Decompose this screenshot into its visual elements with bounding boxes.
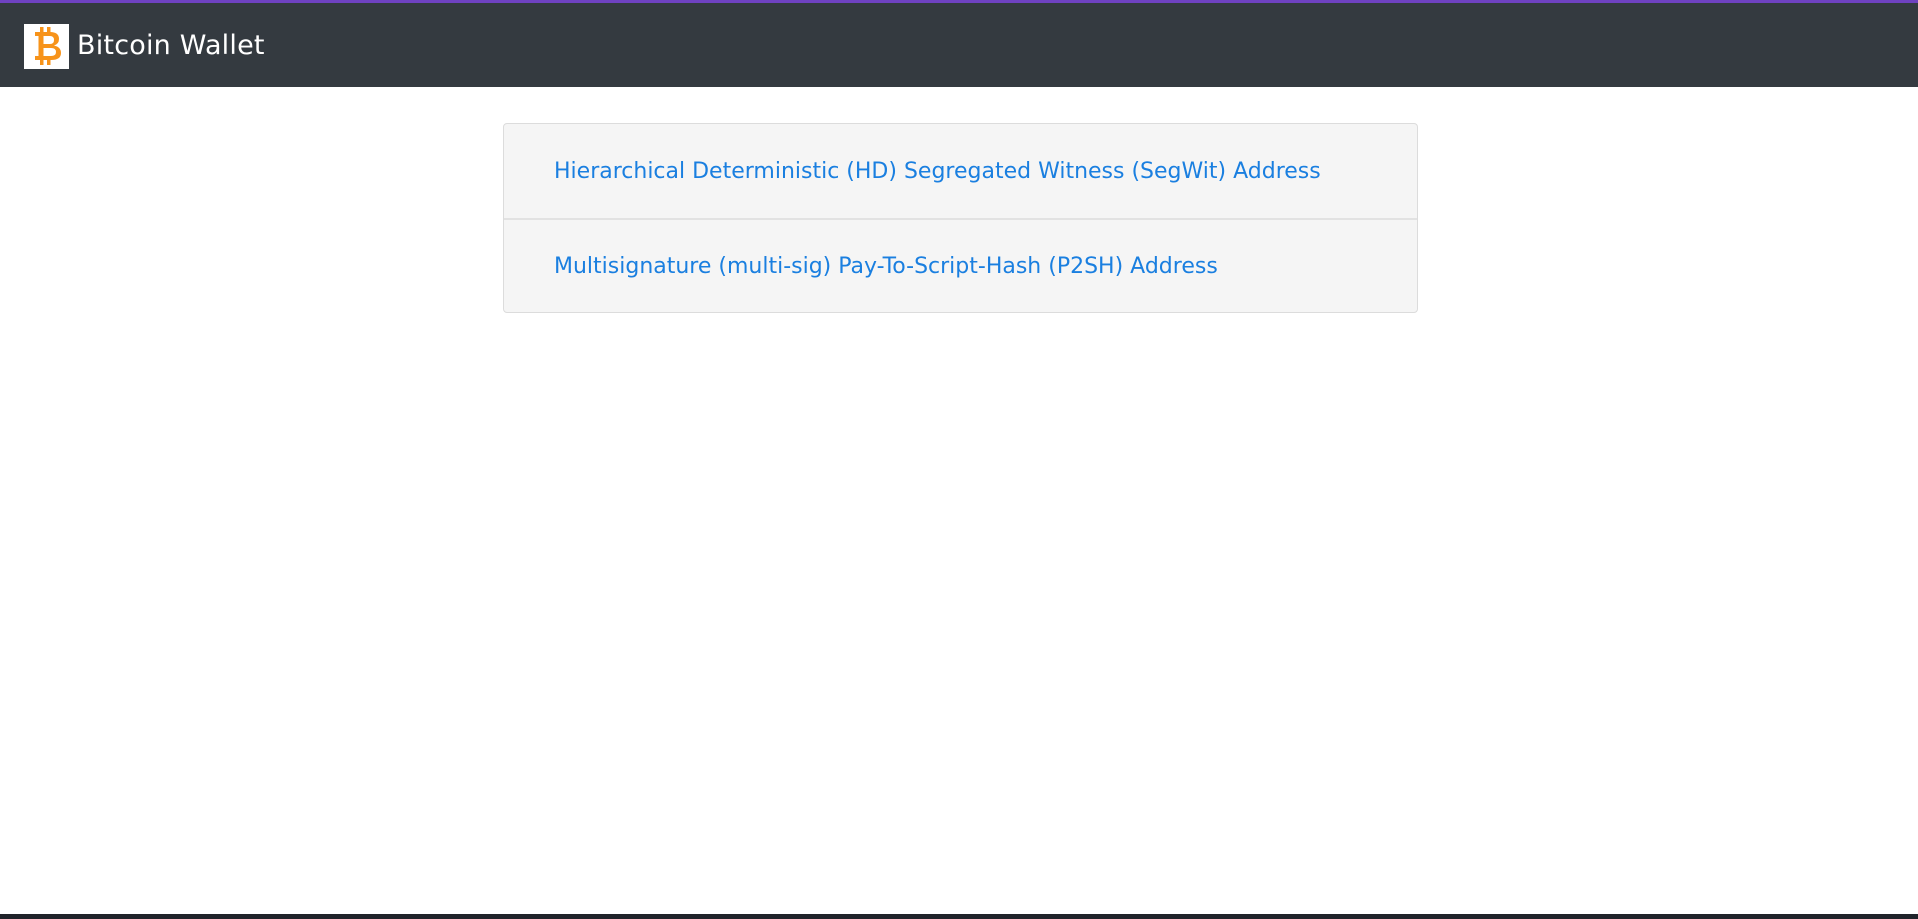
bitcoin-logo-icon bbox=[24, 23, 69, 69]
bottom-edge bbox=[0, 914, 1918, 919]
navbar: Bitcoin Wallet bbox=[0, 0, 1918, 87]
hd-segwit-address-link[interactable]: Hierarchical Deterministic (HD) Segregat… bbox=[554, 159, 1321, 184]
multisig-p2sh-address-link[interactable]: Multisignature (multi-sig) Pay-To-Script… bbox=[554, 254, 1218, 279]
app-title: Bitcoin Wallet bbox=[77, 30, 265, 61]
list-item-hd-segwit[interactable]: Hierarchical Deterministic (HD) Segregat… bbox=[504, 124, 1417, 218]
address-type-list: Hierarchical Deterministic (HD) Segregat… bbox=[503, 123, 1418, 313]
navbar-brand[interactable]: Bitcoin Wallet bbox=[24, 23, 265, 69]
list-item-multisig-p2sh[interactable]: Multisignature (multi-sig) Pay-To-Script… bbox=[504, 218, 1417, 312]
